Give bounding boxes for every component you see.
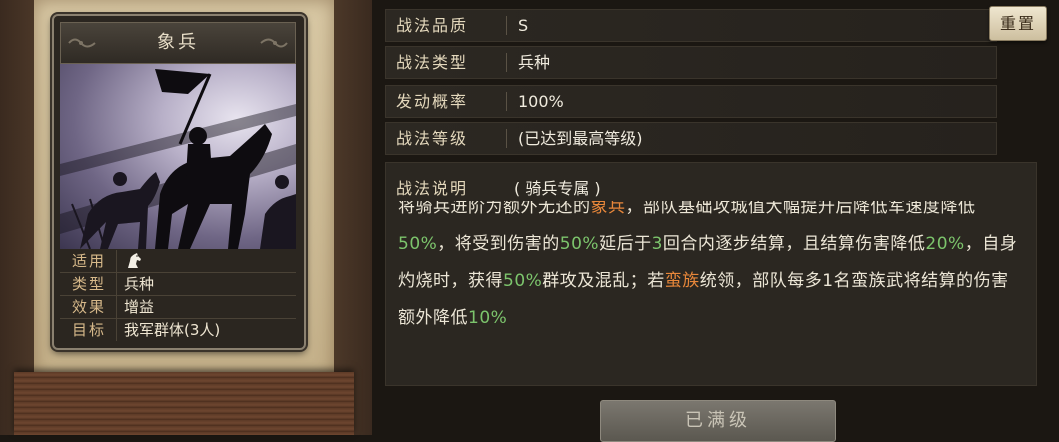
highlight-value: 20% [925,234,965,254]
prop-key: 战法类型 [396,53,469,72]
right-ornament-icon [260,38,288,48]
highlight-value: 50% [503,271,543,291]
attr-row-type: 类型 兵种 [60,273,296,296]
description-heading: 战法说明 [396,179,469,198]
attr-key: 类型 [62,273,117,295]
attr-value: 增益 [124,298,155,316]
tactic-card: 象兵 适用 类型 兵种 效果 增益 目标 我军群体(3人) [52,14,306,350]
prop-row-level: 战法等级 (已达到最高等级) [385,122,997,155]
description-segment: 群攻及混乱；若 [542,271,665,291]
description-text: 将骑兵进阶为额外无还的象兵，部队基础攻城值大幅提升后降低军速度降低50%，将受到… [398,201,1023,337]
attr-row-target: 目标 我军群体(3人) [60,319,296,341]
reset-button[interactable]: 重置 [989,6,1047,41]
prop-key: 战法品质 [396,16,469,35]
cavalry-silhouette-icon [60,69,296,249]
prop-value: 100% [518,92,564,111]
divider [506,53,507,72]
attr-value: 兵种 [124,275,155,293]
divider [506,92,507,111]
attr-row-effect: 效果 增益 [60,296,296,319]
highlight-value: 50% [559,234,600,254]
highlight-value: 蛮族 [664,271,700,291]
prop-row-quality: 战法品质 S [385,9,997,42]
description-box[interactable]: 战法说明 ( 骑兵专属 ) 将骑兵进阶为额外无还的象兵，部队基础攻城值大幅提升后… [385,162,1037,386]
highlight-value: 象兵 [590,201,626,217]
prop-key: 战法等级 [396,129,469,148]
prop-value: S [518,16,529,35]
attr-row-applicable: 适用 [60,250,296,273]
prop-value: 兵种 [518,53,551,72]
attr-key: 适用 [62,250,117,272]
prop-row-rate: 发动概率 100% [385,85,997,118]
attr-key: 目标 [62,319,117,341]
tactic-details: 战法品质 S 重置 战法类型 兵种 发动概率 100% 战法等级 (已达到最高等… [385,6,1047,406]
prop-value: (已达到最高等级) [518,129,643,148]
card-title-bar: 象兵 [60,22,296,64]
cavalry-silhouette-art [60,64,296,249]
description-segment: ，将受到伤害的 [437,234,560,254]
description-scroll-area[interactable]: 将骑兵进阶为额外无还的象兵，部队基础攻城值大幅提升后降低军速度降低50%，将受到… [386,201,1036,385]
description-segment: 将骑兵进阶为额外无还的 [398,201,591,217]
highlight-value: 10% [468,308,508,328]
description-segment: ，部队基础攻城值大幅提升后降低 [625,201,888,217]
scroll-rod [14,372,354,435]
highlight-value: 3 [651,234,663,254]
description-segment: 延后于 [599,234,652,254]
divider [506,16,507,35]
max-level-button: 已满级 [600,400,836,442]
cavalry-horse-icon [128,253,141,268]
attribute-table: 适用 类型 兵种 效果 增益 目标 我军群体(3人) [60,250,296,341]
prop-key: 发动概率 [396,92,469,111]
prop-row-type: 战法类型 兵种 [385,46,997,79]
description-segment: 回合内逐步结算，且结算伤害降低 [662,234,926,254]
description-segment: 军速度降低 [888,201,976,217]
attr-key: 效果 [62,296,117,318]
divider [506,129,507,148]
description-tag: ( 骑兵专属 ) [514,179,601,198]
attr-value: 我军群体(3人) [124,321,221,339]
highlight-value: 50% [398,234,438,254]
